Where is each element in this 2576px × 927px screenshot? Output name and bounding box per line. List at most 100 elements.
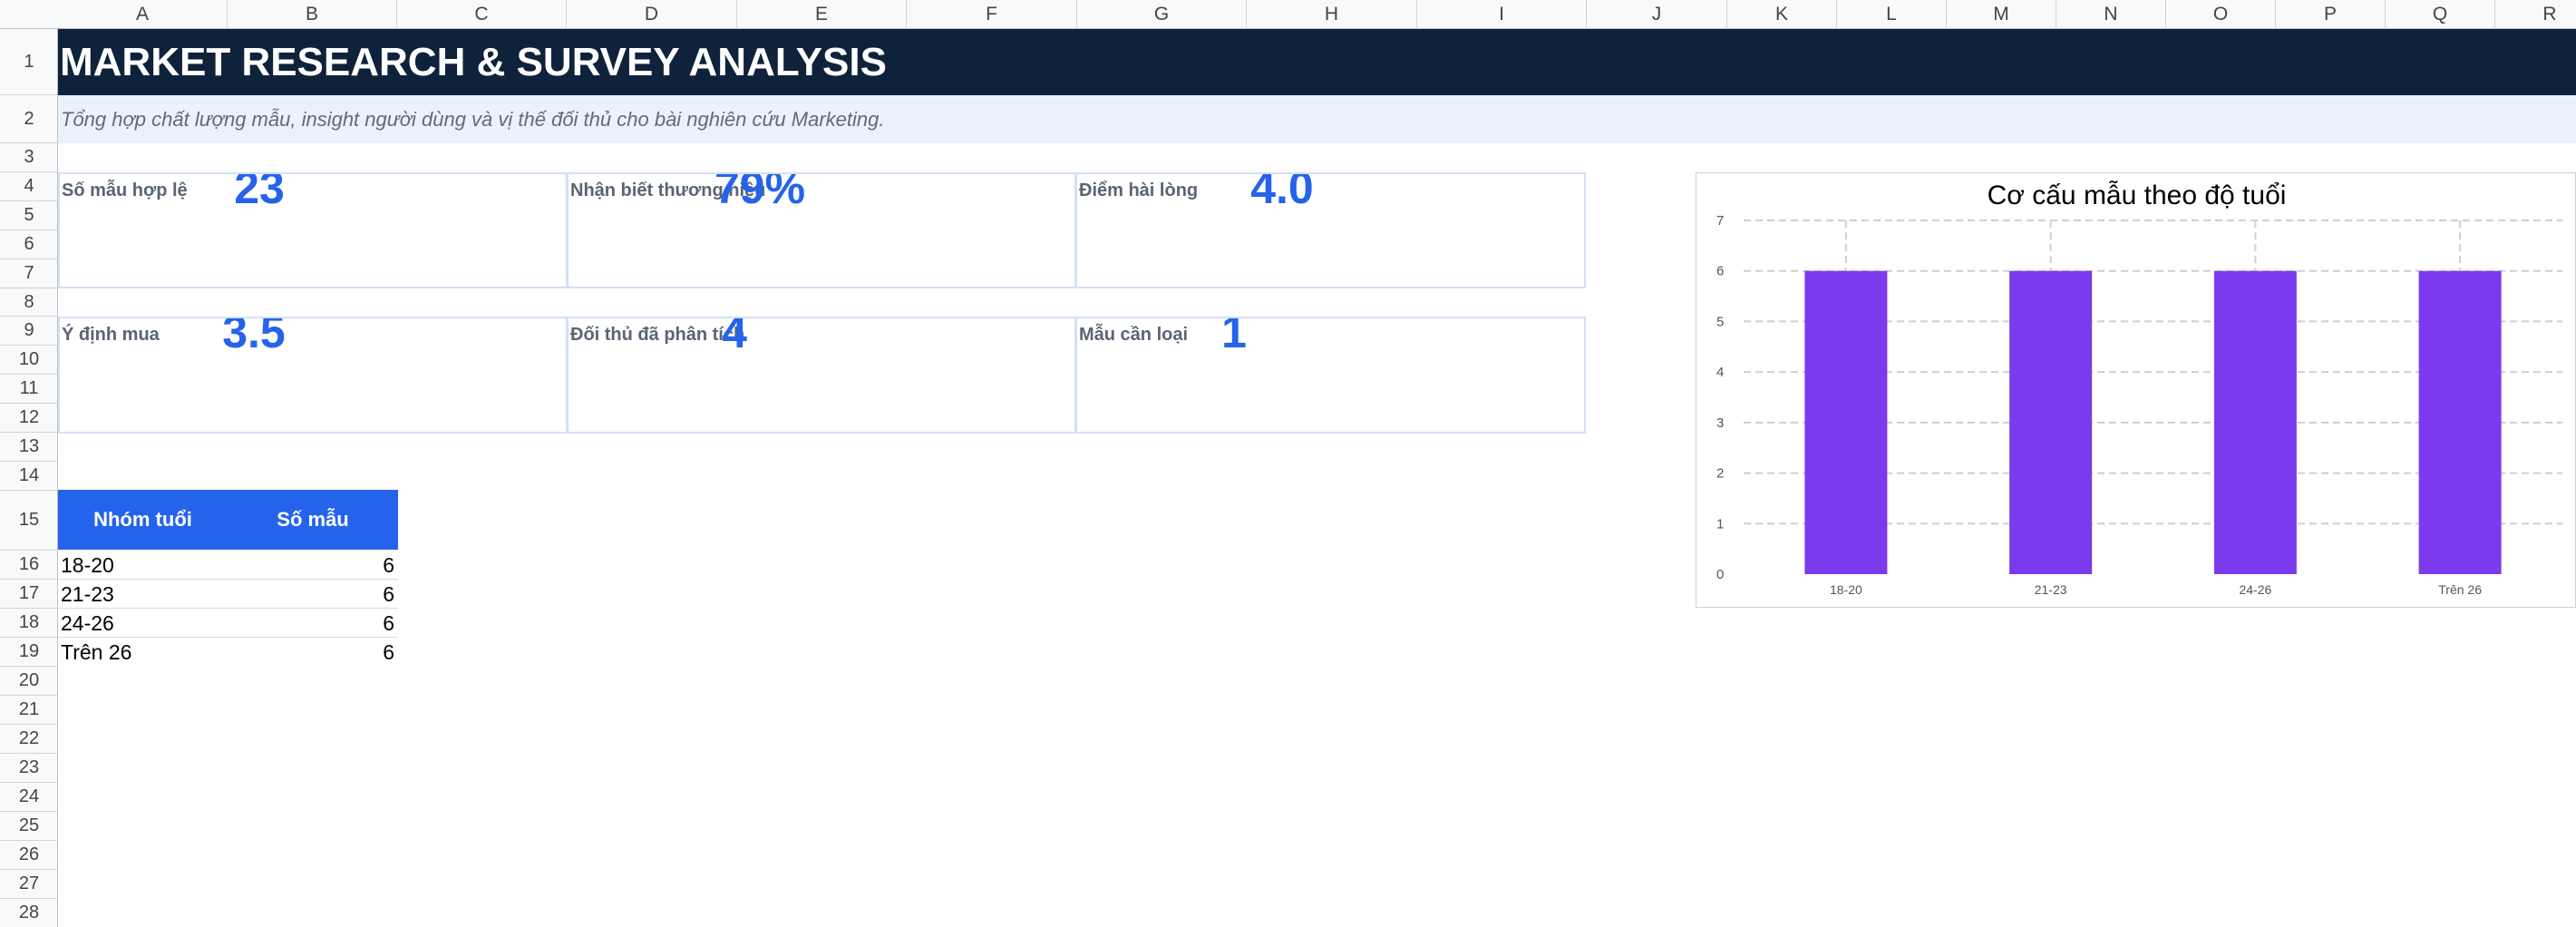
table-row[interactable]: 21-23 6 — [58, 580, 398, 609]
column-header-q[interactable]: Q — [2386, 0, 2495, 29]
kpi-label: Số mẫu hợp lệ — [62, 181, 188, 200]
cell-sample-count: 6 — [383, 611, 394, 635]
column-header-h[interactable]: H — [1247, 0, 1417, 29]
row-header-23[interactable]: 23 — [0, 754, 58, 783]
x-tick-label: 18-20 — [1830, 582, 1862, 597]
y-tick-label: 0 — [1716, 567, 1724, 582]
row-header-11[interactable]: 11 — [0, 375, 58, 404]
cell-age-group: 24-26 — [61, 611, 114, 635]
row-header-22[interactable]: 22 — [0, 725, 58, 754]
row-header-19[interactable]: 19 — [0, 638, 58, 667]
row-header-24[interactable]: 24 — [0, 783, 58, 812]
spreadsheet: ABCDEFGHIJKLMNOPQR 1 2 3 4 5 6 7 8 9 10 11 12 13 14 15… — [0, 0, 2576, 927]
kpi-value: 4.0 — [1250, 172, 1314, 213]
cell-age-group: 21-23 — [61, 582, 114, 606]
kpi-label: Ý định mua — [62, 325, 160, 345]
row-header-8[interactable]: 8 — [0, 288, 58, 317]
sheet-subtitle[interactable]: Tổng hợp chất lượng mẫu, insight người d… — [61, 95, 884, 143]
cell-age-group: 18-20 — [61, 553, 114, 577]
column-header-e[interactable]: E — [737, 0, 907, 29]
y-tick-label: 1 — [1716, 516, 1724, 532]
column-header-g[interactable]: G — [1077, 0, 1247, 29]
bar[interactable] — [2213, 270, 2297, 574]
row-header-27[interactable]: 27 — [0, 870, 58, 899]
age-table-header: Nhóm tuổi Số mẫu — [58, 490, 398, 550]
header-age-group[interactable]: Nhóm tuổi — [58, 490, 228, 550]
row-header-10[interactable]: 10 — [0, 346, 58, 375]
column-header-bar: ABCDEFGHIJKLMNOPQR — [0, 0, 2576, 29]
kpi-value: 3.5 — [222, 317, 286, 357]
cell-sample-count: 6 — [383, 553, 394, 577]
column-header-j[interactable]: J — [1587, 0, 1727, 29]
row-header-4[interactable]: 4 — [0, 172, 58, 201]
column-header-c[interactable]: C — [397, 0, 567, 29]
table-row[interactable]: 24-26 6 — [58, 609, 398, 638]
column-header-f[interactable]: F — [907, 0, 1077, 29]
row-header-15[interactable]: 15 — [0, 491, 58, 551]
kpi-label: Điểm hài lòng — [1079, 181, 1199, 200]
column-header-o[interactable]: O — [2166, 0, 2276, 29]
row-header-14[interactable]: 14 — [0, 462, 58, 491]
kpi-brand-awareness[interactable]: Nhận biết thương hiệu 79% — [567, 172, 1076, 288]
row-header-21[interactable]: 21 — [0, 696, 58, 725]
y-tick-label: 2 — [1716, 466, 1724, 482]
column-header-m[interactable]: M — [1947, 0, 2056, 29]
y-tick-label: 5 — [1716, 314, 1724, 329]
kpi-samples-to-remove[interactable]: Mẫu cần loại 1 — [1075, 317, 1586, 434]
row-header-18[interactable]: 18 — [0, 609, 58, 638]
row-header-bar: 1 2 3 4 5 6 7 8 9 10 11 12 13 14 15 16 17 18 19 20 21 22 23 24 2… — [0, 29, 58, 927]
row-header-3[interactable]: 3 — [0, 143, 58, 172]
kpi-competitors-analyzed[interactable]: Đối thủ đã phân tích 4 — [567, 317, 1076, 434]
kpi-valid-samples[interactable]: Số mẫu hợp lệ 23 — [58, 172, 568, 288]
column-header-k[interactable]: K — [1727, 0, 1837, 29]
cell-sample-count: 6 — [383, 640, 394, 664]
table-row[interactable]: Trên 26 6 — [58, 638, 398, 667]
cell-age-group: Trên 26 — [61, 640, 132, 664]
row-header-20[interactable]: 20 — [0, 667, 58, 696]
x-tick-label: 24-26 — [2239, 582, 2271, 597]
row-header-13[interactable]: 13 — [0, 433, 58, 462]
row-header-6[interactable]: 6 — [0, 230, 58, 259]
column-header-b[interactable]: B — [228, 0, 397, 29]
row-header-25[interactable]: 25 — [0, 812, 58, 841]
header-sample-count[interactable]: Số mẫu — [228, 490, 398, 550]
y-tick-label: 3 — [1716, 415, 1724, 431]
column-header-d[interactable]: D — [567, 0, 737, 29]
x-tick-label: 21-23 — [2035, 582, 2067, 597]
sheet-title[interactable]: MARKET RESEARCH & SURVEY ANALYSIS — [60, 29, 887, 95]
y-tick-label: 7 — [1716, 213, 1724, 229]
kpi-purchase-intent[interactable]: Ý định mua 3.5 — [58, 317, 568, 434]
kpi-satisfaction-score[interactable]: Điểm hài lòng 4.0 — [1075, 172, 1586, 288]
kpi-value: 23 — [234, 172, 285, 213]
column-header-r[interactable]: R — [2495, 0, 2576, 29]
y-tick-label: 4 — [1716, 365, 1724, 380]
bar[interactable] — [2009, 270, 2093, 574]
column-header-l[interactable]: L — [1837, 0, 1947, 29]
x-tick-label: Trên 26 — [2438, 582, 2482, 597]
chart-canvas: 0 1 2 3 4 5 6 7 18-20 21-23 24-26 Trên 26 — [1716, 213, 2562, 597]
kpi-value: 4 — [722, 317, 747, 357]
y-tick-label: 6 — [1716, 264, 1724, 279]
row-header-16[interactable]: 16 — [0, 551, 58, 580]
row-header-9[interactable]: 9 — [0, 317, 58, 346]
column-header-p[interactable]: P — [2276, 0, 2386, 29]
cell-sample-count: 6 — [383, 582, 394, 606]
kpi-value: 79% — [714, 172, 806, 213]
row-header-1[interactable]: 1 — [0, 29, 58, 95]
row-header-12[interactable]: 12 — [0, 404, 58, 433]
table-row[interactable]: 18-20 6 — [58, 551, 398, 580]
chart-title: Cơ cấu mẫu theo độ tuổi — [1987, 181, 2287, 210]
row-header-17[interactable]: 17 — [0, 580, 58, 609]
row-header-26[interactable]: 26 — [0, 841, 58, 870]
age-distribution-chart[interactable]: 0 1 2 3 4 5 6 7 18-20 21-23 24-26 Trên 26 Cơ cấu mẫ… — [1696, 172, 2576, 608]
column-header-i[interactable]: I — [1417, 0, 1587, 29]
row-header-7[interactable]: 7 — [0, 259, 58, 288]
column-header-a[interactable]: A — [58, 0, 228, 29]
bar[interactable] — [1804, 270, 1888, 574]
bar[interactable] — [2418, 270, 2502, 574]
column-header-n[interactable]: N — [2056, 0, 2166, 29]
row-header-5[interactable]: 5 — [0, 201, 58, 230]
row-header-28[interactable]: 28 — [0, 899, 58, 927]
kpi-value: 1 — [1221, 317, 1247, 357]
row-header-2[interactable]: 2 — [0, 95, 58, 143]
